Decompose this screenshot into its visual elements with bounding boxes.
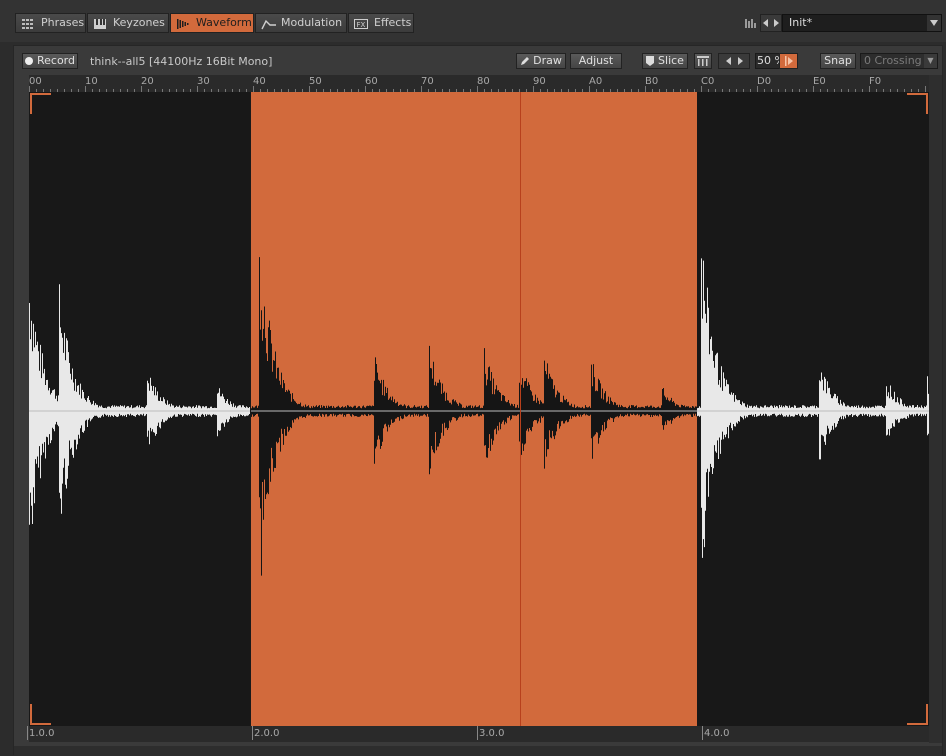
beat-label: 2.0.0 [254, 728, 280, 739]
ruler-label: 90 [533, 76, 546, 87]
adjust-button[interactable]: Adjust [570, 53, 622, 69]
beat-tick [252, 726, 253, 740]
loop-bracket-top-right [907, 93, 928, 114]
loop-bracket-top-left [30, 93, 51, 114]
zoom-arrows[interactable] [718, 53, 750, 69]
svg-text:FX: FX [357, 21, 366, 29]
chevron-down-icon[interactable] [927, 15, 941, 31]
snap-chevron-down-icon[interactable]: ▼ [924, 54, 937, 68]
beat-tick [702, 726, 703, 740]
tab-modulation[interactable]: Modulation [255, 13, 347, 33]
slice-grid-button[interactable] [694, 53, 712, 69]
ruler-label: 10 [85, 76, 98, 87]
playhead-icon [784, 56, 793, 66]
ruler-label: D0 [757, 76, 772, 87]
beat-tick [27, 726, 28, 740]
beat-ruler[interactable]: 1.0.0 2.0.0 3.0.0 4.0.0 [27, 726, 929, 742]
arrow-left-icon[interactable] [763, 19, 769, 27]
keyboard-icon [93, 17, 107, 29]
waveform-icon [176, 17, 190, 29]
beat-label: 4.0.0 [704, 728, 730, 739]
preset-bars-icon[interactable] [744, 17, 756, 29]
beat-label: 3.0.0 [479, 728, 505, 739]
vertical-scrollbar[interactable] [929, 75, 942, 743]
ruler-label: F0 [869, 76, 882, 87]
beat-tick [477, 726, 478, 740]
pencil-icon [521, 57, 530, 65]
tab-modulation-label: Modulation [281, 16, 343, 29]
preset-selector: Init* [744, 14, 942, 32]
tab-keyzones-label: Keyzones [113, 16, 165, 29]
draw-label: Draw [533, 54, 562, 67]
grid-icon [21, 17, 35, 29]
slice-grid-icon [697, 56, 709, 66]
tab-effects[interactable]: FX Effects [348, 13, 414, 33]
ruler-label: 70 [421, 76, 434, 87]
waveform-editor-panel: Record think--all5 [44100Hz 16Bit Mono] … [13, 45, 943, 756]
waveform-toolbar: Record think--all5 [44100Hz 16Bit Mono] … [14, 46, 942, 74]
snap-mode-value: 0 Crossing [864, 54, 922, 67]
arrow-right-icon[interactable] [773, 19, 779, 27]
waveform-display[interactable] [29, 92, 929, 726]
tab-waveform-label: Waveform [196, 16, 252, 29]
tab-keyzones[interactable]: Keyzones [87, 13, 169, 33]
draw-button[interactable]: Draw [516, 53, 566, 69]
sample-info: think--all5 [44100Hz 16Bit Mono] [90, 55, 273, 68]
follow-playhead-button[interactable] [779, 53, 798, 69]
slice-marker-icon [646, 56, 655, 66]
ruler-label: 60 [365, 76, 378, 87]
fx-icon: FX [354, 17, 368, 29]
record-button[interactable]: Record [22, 53, 78, 69]
record-label: Record [36, 54, 75, 67]
loop-bracket-bottom-left [30, 704, 51, 725]
preset-name-field[interactable]: Init* [782, 14, 942, 32]
ruler-label: 00 [29, 76, 42, 87]
tab-phrases[interactable]: Phrases [15, 13, 86, 33]
ruler-label: 30 [197, 76, 210, 87]
slice-button[interactable]: Slice [642, 53, 688, 69]
ruler-label: E0 [813, 76, 826, 87]
zoom-left-arrow-icon[interactable] [725, 57, 732, 65]
loop-bracket-bottom-right [907, 704, 928, 725]
envelope-icon [261, 17, 276, 30]
preset-name: Init* [789, 16, 813, 29]
record-icon [24, 57, 33, 65]
tab-effects-label: Effects [374, 16, 412, 29]
tab-waveform[interactable]: Waveform [170, 13, 254, 33]
snap-button[interactable]: Snap [820, 53, 856, 69]
adjust-label: Adjust [578, 54, 614, 67]
ruler-label: C0 [701, 76, 715, 87]
top-bar: Phrases Keyzones Waveform Modulation FX … [0, 0, 946, 42]
tab-phrases-label: Phrases [41, 16, 85, 29]
preset-nav-arrows[interactable] [760, 14, 782, 32]
ruler-label: 80 [477, 76, 490, 87]
ruler-label: 20 [141, 76, 154, 87]
slice-label: Slice [658, 54, 684, 67]
snap-label: Snap [824, 54, 852, 67]
sample-ruler[interactable]: 00 10 20 30 40 50 60 70 80 90 A0 B0 C0 D0 E0 F0 [29, 75, 929, 92]
ruler-label: B0 [645, 76, 659, 87]
beat-label: 1.0.0 [29, 728, 55, 739]
ruler-label: 40 [253, 76, 266, 87]
zoom-right-arrow-icon[interactable] [737, 57, 743, 65]
ruler-label: 50 [309, 76, 322, 87]
editor-tabs: Phrases Keyzones Waveform Modulation FX … [15, 13, 415, 33]
ruler-label: A0 [589, 76, 603, 87]
waveform-canvas[interactable] [29, 92, 929, 726]
snap-mode-select[interactable]: 0 Crossing ▼ [860, 53, 938, 69]
